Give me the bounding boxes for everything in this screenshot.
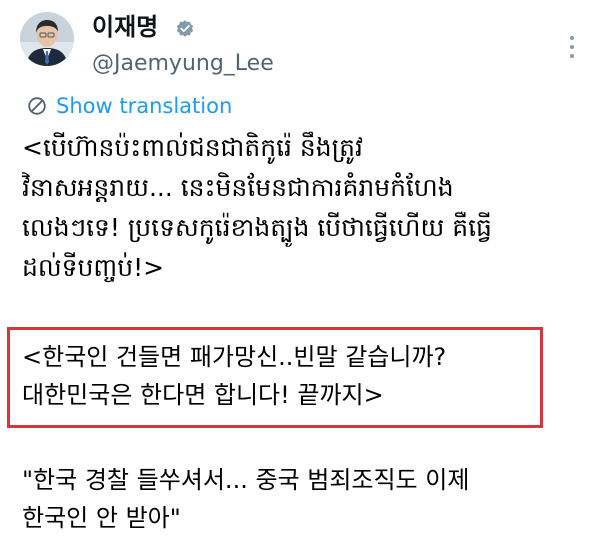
- headline-line: 한국인 안 받아": [22, 504, 181, 532]
- khmer-caption: <បើហ៊ានប៉ះពាល់ជនជាតិកូរ៉េ នឹងត្រូវ វិនាស…: [22, 128, 582, 288]
- khmer-line: <បើហ៊ានប៉ះពាល់ជនជាតិកូរ៉េ នឹងត្រូវ: [22, 133, 363, 162]
- avatar[interactable]: [20, 12, 74, 66]
- highlighted-tweet-text: <한국인 건들면 패가망신..빈말 같습니까? 대한민국은 한다면 합니다! 끝…: [22, 339, 592, 415]
- verified-badge-icon: [176, 20, 194, 37]
- more-dot: [570, 54, 574, 58]
- show-translation-label: Show translation: [56, 94, 233, 118]
- quoted-headline: "한국 경찰 들쑤셔서... 중국 범죄조직도 이제 한국인 안 받아": [22, 462, 592, 538]
- translate-globe-icon: [28, 97, 46, 115]
- user-handle[interactable]: @Jaemyung_Lee: [92, 50, 274, 78]
- khmer-line: វិនាសអន្តរាយ... នេះមិនមែនជាការគំរាមកំហែង: [22, 173, 454, 202]
- khmer-line: ដល់ទីបញ្ចប់!>: [22, 253, 165, 282]
- more-options-icon[interactable]: [562, 36, 582, 58]
- display-name[interactable]: 이재명: [92, 12, 158, 42]
- tweet-card: 이재명 @Jaemyung_Lee Show translation <បើហ៊…: [0, 0, 600, 551]
- profile-photo-icon: [20, 12, 74, 66]
- show-translation-link[interactable]: Show translation: [26, 92, 232, 120]
- headline-line: "한국 경찰 들쑤셔서... 중국 범죄조직도 이제: [22, 466, 470, 494]
- tweet-text-line: <한국인 건들면 패가망신..빈말 같습니까?: [22, 343, 447, 371]
- more-dot: [570, 45, 574, 49]
- khmer-line: លេងៗទេ! ប្រទេសកូរ៉េខាងត្បូង បើថាធ្វើហើយ …: [22, 213, 492, 242]
- more-dot: [570, 36, 574, 40]
- tweet-text-line: 대한민국은 한다면 합니다! 끝까지>: [22, 381, 384, 409]
